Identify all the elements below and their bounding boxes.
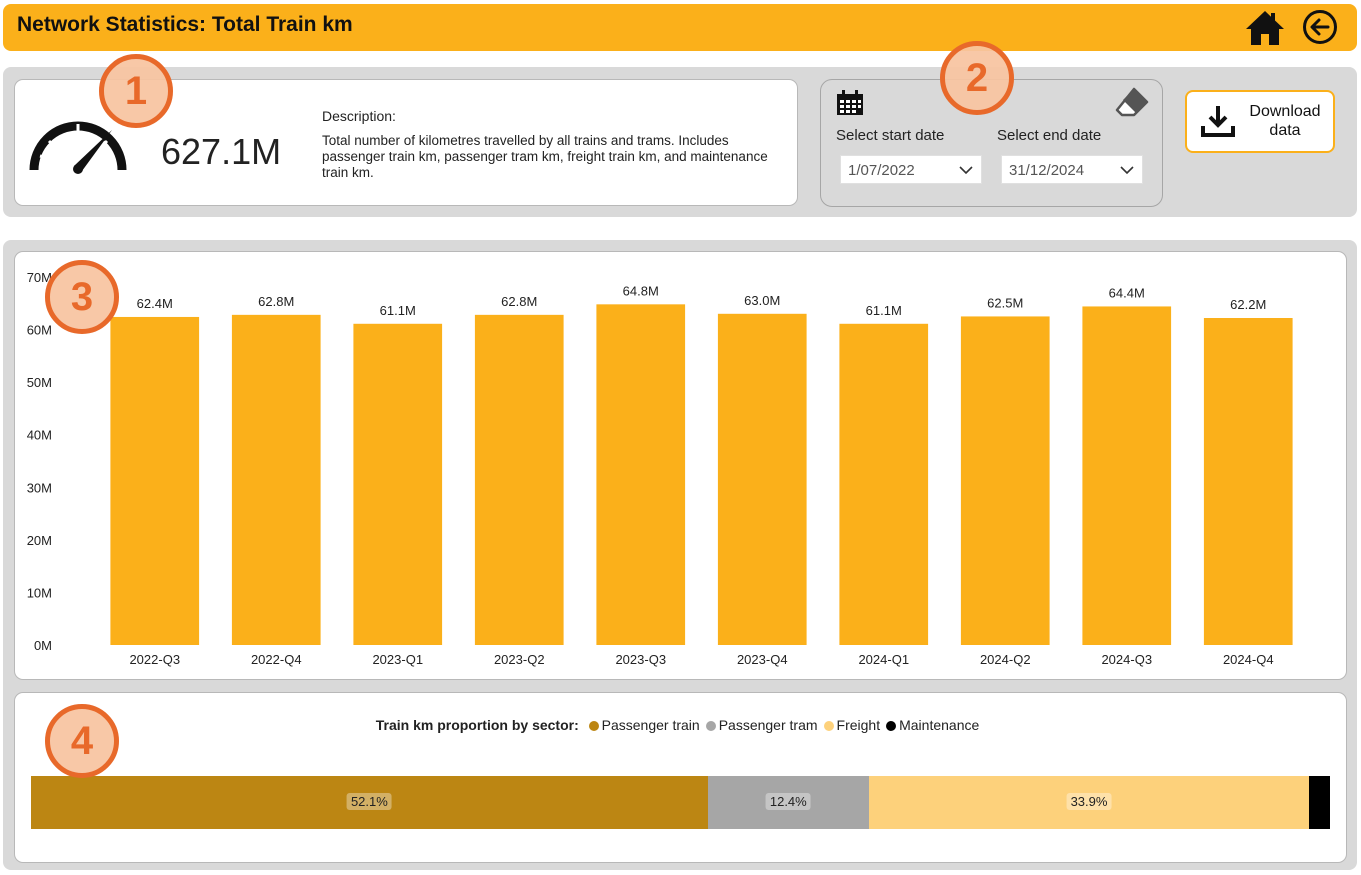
legend-item[interactable]: Passenger train	[588, 717, 700, 733]
legend-dot	[588, 721, 599, 731]
chart-legend: Train km proportion by sector: Passenger…	[0, 717, 1361, 733]
x-tick-label: 2023-Q1	[372, 652, 423, 667]
x-tick-label: 2024-Q1	[858, 652, 909, 667]
download-label: Download data	[1249, 103, 1321, 139]
bar[interactable]	[1203, 318, 1293, 645]
back-arrow-icon[interactable]	[1302, 9, 1338, 45]
bar-value-label: 64.8M	[623, 283, 659, 298]
y-tick-label: 50M	[27, 375, 52, 390]
legend-label: Freight	[836, 717, 881, 733]
x-tick-label: 2024-Q3	[1101, 652, 1152, 667]
legend-label: Maintenance	[899, 717, 980, 733]
legend-dot	[823, 721, 834, 731]
total-train-km-bar-chart: 0M10M20M30M40M50M60M70M62.4M2022-Q362.8M…	[27, 270, 1293, 667]
bar[interactable]	[596, 304, 686, 645]
callout-2: 2	[940, 41, 1014, 115]
bar-value-label: 64.4M	[1109, 285, 1145, 300]
bar[interactable]	[1082, 306, 1172, 645]
bar[interactable]	[353, 323, 443, 645]
kpi-value: 627.1M	[161, 131, 282, 172]
x-tick-label: 2022-Q3	[129, 652, 180, 667]
description-text: Total number of kilometres travelled by …	[322, 133, 768, 180]
x-tick-label: 2022-Q4	[251, 652, 302, 667]
bar[interactable]	[960, 316, 1050, 645]
bar[interactable]	[474, 314, 564, 645]
end-date-label: Select end date	[997, 127, 1102, 144]
legend-items: Passenger train Passenger tram Freight Main…	[588, 717, 986, 733]
bar-value-label: 62.4M	[137, 296, 173, 311]
callout-4: 4	[45, 704, 119, 778]
bar-value-label: 61.1M	[380, 303, 416, 318]
y-tick-label: 40M	[27, 428, 52, 443]
end-date-select[interactable]: 31/12/2024	[1001, 155, 1143, 184]
proportion-segment[interactable]	[1309, 776, 1330, 829]
legend-dot	[886, 721, 897, 731]
bar-value-label: 62.8M	[258, 294, 294, 309]
bar-value-label: 62.8M	[501, 294, 537, 309]
segment-percent-label: 33.9%	[1066, 793, 1112, 810]
bar-value-label: 63.0M	[744, 293, 780, 308]
segment-percent-label: 52.1%	[346, 793, 392, 810]
description-label: Description:	[322, 108, 396, 124]
bar-value-label: 62.2M	[1230, 297, 1266, 312]
legend-item[interactable]: Passenger tram	[705, 717, 818, 733]
x-tick-label: 2024-Q2	[980, 652, 1031, 667]
eraser-icon[interactable]	[1114, 86, 1150, 118]
bar[interactable]	[839, 323, 929, 645]
legend-item[interactable]: Maintenance	[886, 717, 979, 733]
x-tick-label: 2023-Q3	[615, 652, 666, 667]
callout-1: 1	[99, 54, 173, 128]
bar[interactable]	[231, 314, 321, 645]
y-tick-label: 20M	[27, 533, 52, 548]
legend-item[interactable]: Freight	[823, 717, 881, 733]
start-date-value: 1/07/2022	[848, 162, 915, 179]
proportion-segment[interactable]: 33.9%	[868, 776, 1310, 829]
start-date-label: Select start date	[836, 127, 945, 144]
calendar-icon	[837, 90, 863, 115]
legend-dot	[705, 721, 716, 731]
end-date-value: 31/12/2024	[1009, 162, 1085, 179]
segment-percent-label: 12.4%	[765, 793, 811, 810]
y-tick-label: 30M	[27, 480, 52, 495]
chevron-down-icon	[1120, 166, 1134, 175]
x-tick-label: 2024-Q4	[1223, 652, 1274, 667]
bar[interactable]	[110, 316, 200, 645]
download-data-button[interactable]: Download data	[1185, 90, 1335, 153]
page-title: Network Statistics: Total Train km	[17, 13, 353, 36]
sector-proportion-bar: 52.1% 12.4% 33.9%	[31, 776, 1330, 829]
start-date-select[interactable]: 1/07/2022	[840, 155, 982, 184]
legend-label: Passenger tram	[718, 717, 818, 733]
callout-3: 3	[45, 260, 119, 334]
legend-label: Passenger train	[601, 717, 700, 733]
bar-value-label: 61.1M	[866, 303, 902, 318]
x-tick-label: 2023-Q4	[737, 652, 788, 667]
proportion-segment[interactable]: 12.4%	[707, 776, 869, 829]
download-icon	[1201, 106, 1235, 137]
x-tick-label: 2023-Q2	[494, 652, 545, 667]
proportion-segment[interactable]: 52.1%	[31, 776, 708, 829]
y-tick-label: 60M	[27, 323, 52, 338]
home-icon[interactable]	[1244, 9, 1286, 47]
bar-value-label: 62.5M	[987, 295, 1023, 310]
chevron-down-icon	[959, 166, 973, 175]
legend-title: Train km proportion by sector:	[375, 717, 579, 733]
y-tick-label: 10M	[27, 585, 52, 600]
y-tick-label: 0M	[34, 638, 52, 653]
bar[interactable]	[717, 313, 807, 645]
